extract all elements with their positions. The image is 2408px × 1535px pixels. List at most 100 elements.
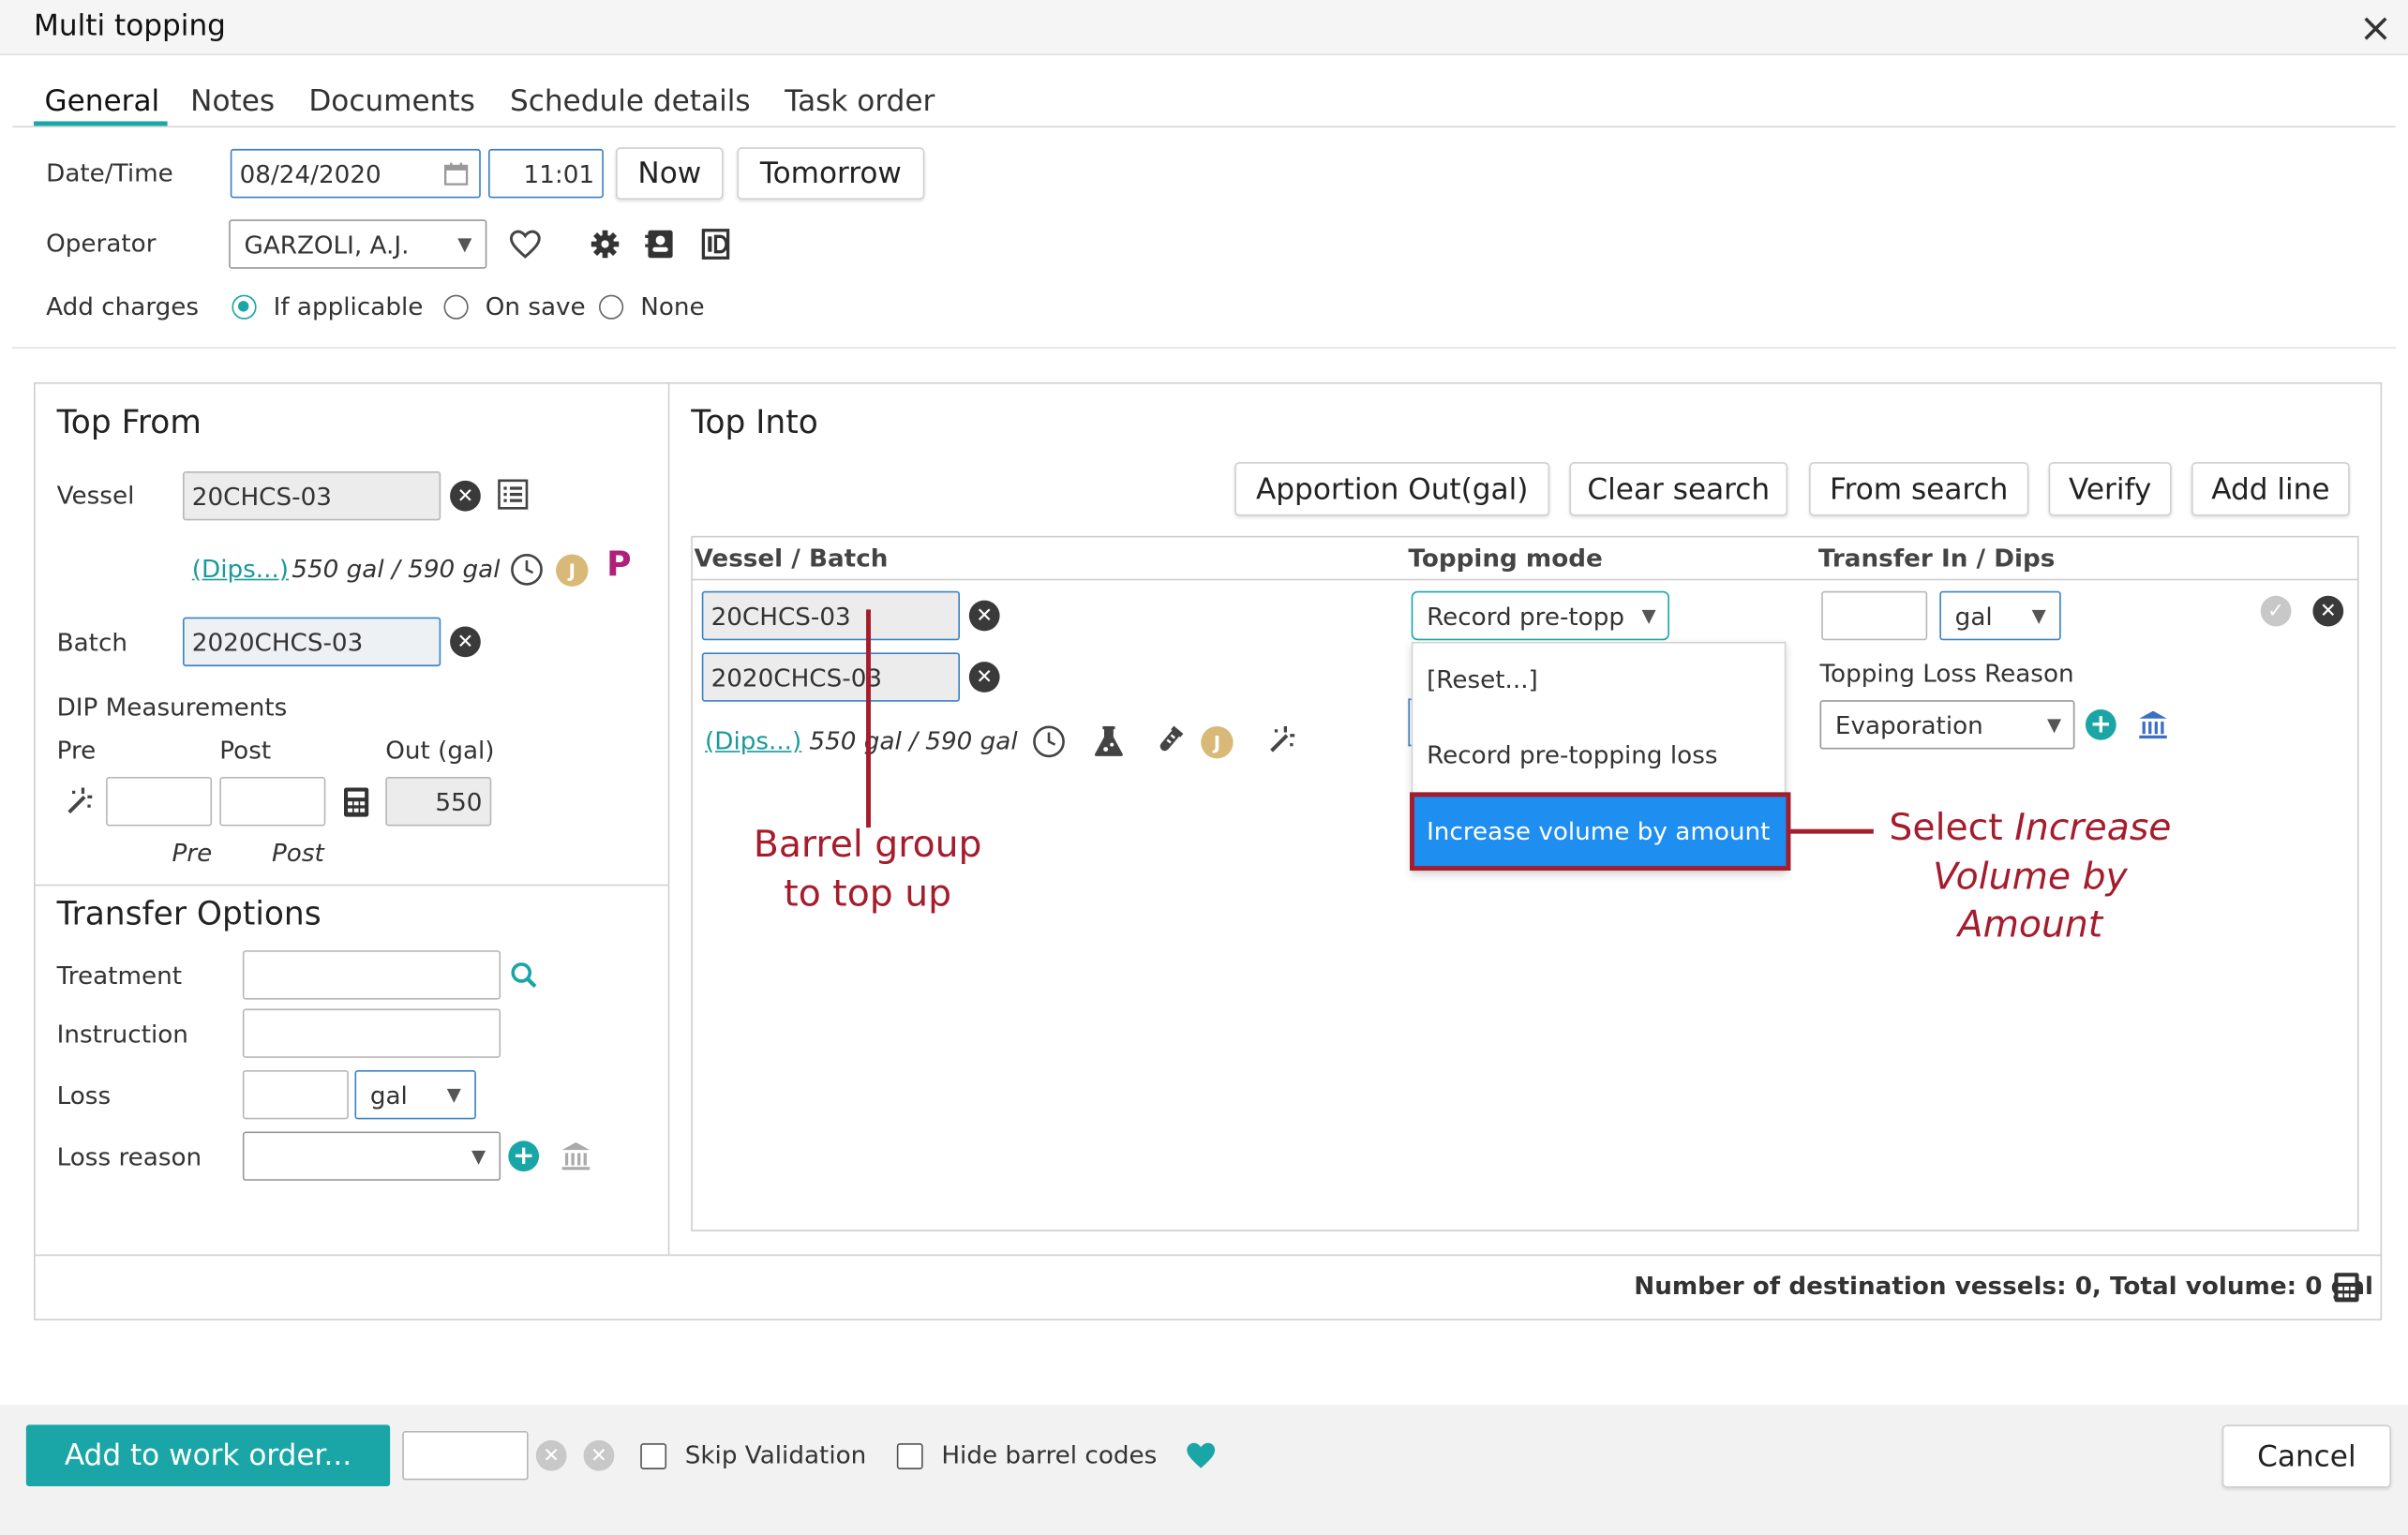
heart-icon[interactable]: [507, 226, 544, 262]
dip-out-input[interactable]: 550: [385, 777, 492, 827]
calculator-icon[interactable]: [339, 784, 373, 818]
topping-loss-reason-select[interactable]: Evaporation: [1819, 700, 2075, 750]
radio-none[interactable]: [598, 294, 624, 320]
cancel-button[interactable]: Cancel: [2221, 1424, 2391, 1488]
magic-wand-icon[interactable]: [1264, 723, 1297, 757]
calendar-icon[interactable]: [442, 159, 470, 186]
tab-notes[interactable]: Notes: [190, 84, 275, 118]
clock-icon[interactable]: [508, 551, 545, 588]
transfer-unit-value: gal: [1954, 601, 1993, 631]
lab-flask-icon[interactable]: [1090, 723, 1127, 760]
radio-on-save[interactable]: [443, 294, 469, 320]
tab-documents[interactable]: Documents: [308, 84, 475, 118]
option-record-pre-topping-loss[interactable]: Record pre-topping loss: [1427, 740, 1717, 769]
p-badge-icon[interactable]: P: [606, 546, 631, 585]
col-transfer-in: Transfer In / Dips: [1817, 543, 2056, 574]
gear-icon[interactable]: [587, 226, 623, 262]
add-line-button[interactable]: Add line: [2191, 462, 2350, 516]
add-loss-reason-icon[interactable]: +: [508, 1140, 540, 1172]
now-button[interactable]: Now: [615, 147, 724, 200]
dest-vessel-value: 20CHCS-03: [710, 601, 851, 631]
operator-select[interactable]: GARZOLI, A.J.: [229, 219, 487, 269]
dest-batch-input[interactable]: 2020CHCS-03: [701, 652, 960, 702]
clock-icon[interactable]: [1030, 723, 1067, 760]
remove-line-icon[interactable]: ✕: [2312, 595, 2344, 627]
date-value: 08/24/2020: [239, 158, 381, 188]
out-label: Out (gal): [385, 735, 495, 765]
skip-validation-label[interactable]: Skip Validation: [685, 1440, 867, 1469]
id-document-icon[interactable]: [697, 226, 734, 262]
skip-validation-checkbox[interactable]: [640, 1443, 667, 1469]
dip-post-input[interactable]: [219, 777, 326, 827]
topping-mode-value: Record pre-topp: [1427, 601, 1625, 631]
summary-divider: [34, 1254, 2383, 1257]
barrel-pointer-line: [866, 609, 871, 828]
option-reset[interactable]: [Reset...]: [1427, 664, 1538, 693]
contact-card-icon[interactable]: [642, 226, 679, 262]
bank-icon[interactable]: [2136, 708, 2170, 741]
radio-if-applicable[interactable]: [232, 294, 257, 320]
radio-if-applicable-label[interactable]: If applicable: [274, 291, 424, 320]
clear-work-order-icon[interactable]: ✕: [535, 1439, 567, 1471]
operator-label: Operator: [46, 229, 157, 259]
dest-vessel-input[interactable]: 20CHCS-03: [701, 590, 960, 641]
post-label: Post: [219, 735, 272, 765]
work-order-input[interactable]: [402, 1430, 529, 1481]
add-to-work-order-button[interactable]: Add to work order...: [25, 1424, 391, 1486]
tab-general[interactable]: General: [45, 84, 160, 118]
dip-measurements-title: DIP Measurements: [56, 692, 288, 723]
tab-bar: [12, 126, 2396, 127]
clear-search-button[interactable]: Clear search: [1569, 462, 1788, 516]
select-annotation-line2: Volume by: [1933, 855, 2128, 898]
radio-none-label[interactable]: None: [640, 291, 704, 320]
clear-vessel-icon[interactable]: ✕: [450, 480, 481, 512]
instruction-input[interactable]: [242, 1008, 501, 1058]
add-topping-loss-reason-icon[interactable]: +: [2085, 708, 2116, 740]
option-increase-volume-by-amount[interactable]: Increase volume by amount: [1410, 792, 1791, 871]
loss-reason-select[interactable]: [242, 1131, 501, 1181]
verify-button[interactable]: Verify: [2048, 462, 2172, 516]
datetime-label: Date/Time: [46, 157, 173, 187]
topping-mode-select[interactable]: Record pre-topp: [1411, 590, 1669, 641]
tab-task-order[interactable]: Task order: [785, 84, 935, 118]
confirm-line-icon[interactable]: ✓: [2260, 595, 2292, 627]
radio-on-save-label[interactable]: On save: [486, 291, 586, 320]
col-topping-mode: Topping mode: [1408, 543, 1603, 574]
treatment-input[interactable]: [242, 950, 501, 1000]
tab-schedule-details[interactable]: Schedule details: [510, 84, 751, 118]
j-badge-icon[interactable]: J: [1201, 725, 1234, 759]
select-annotation-italic: Increase: [2014, 806, 2172, 850]
transfer-options-divider: [34, 884, 668, 887]
tomorrow-button[interactable]: Tomorrow: [737, 147, 925, 200]
from-search-button[interactable]: From search: [1809, 462, 2029, 516]
magic-wand-icon[interactable]: [62, 784, 96, 818]
tab-active-underline: [34, 121, 168, 127]
calculator-icon[interactable]: [2329, 1268, 2363, 1304]
bank-icon[interactable]: [559, 1140, 592, 1173]
hide-barrel-codes-checkbox[interactable]: [896, 1443, 923, 1469]
transfer-in-input[interactable]: [1821, 590, 1928, 641]
clear-dest-batch-icon[interactable]: ✕: [968, 662, 1000, 693]
source-batch-input[interactable]: 2020CHCS-03: [182, 617, 441, 667]
time-input[interactable]: 11:01: [488, 148, 604, 199]
remove-work-order-icon[interactable]: ✕: [583, 1439, 615, 1471]
heart-icon[interactable]: [1183, 1438, 1219, 1474]
search-icon[interactable]: [507, 958, 541, 991]
select-annotation-line3: Amount: [1957, 902, 2103, 946]
j-badge-icon[interactable]: J: [556, 554, 589, 587]
source-vessel-input[interactable]: 20CHCS-03: [182, 470, 441, 521]
sample-tube-icon[interactable]: [1150, 723, 1187, 760]
dest-dips-volume: 550 gal / 590 gal: [809, 725, 1018, 756]
close-icon[interactable]: ×: [2359, 7, 2393, 52]
list-icon[interactable]: [496, 478, 530, 512]
apportion-out-button[interactable]: Apportion Out(gal): [1234, 462, 1550, 516]
source-dips-link[interactable]: (Dips...): [192, 554, 289, 583]
source-vessel-value: 20CHCS-03: [191, 481, 332, 511]
dest-dips-link[interactable]: (Dips...): [705, 726, 801, 755]
clear-dest-vessel-icon[interactable]: ✕: [968, 600, 1000, 632]
clear-batch-icon[interactable]: ✕: [450, 626, 481, 658]
hide-barrel-codes-label[interactable]: Hide barrel codes: [941, 1440, 1157, 1469]
dest-batch-value: 2020CHCS-03: [710, 662, 883, 693]
dip-pre-input[interactable]: [106, 777, 213, 827]
loss-input[interactable]: [242, 1069, 349, 1120]
